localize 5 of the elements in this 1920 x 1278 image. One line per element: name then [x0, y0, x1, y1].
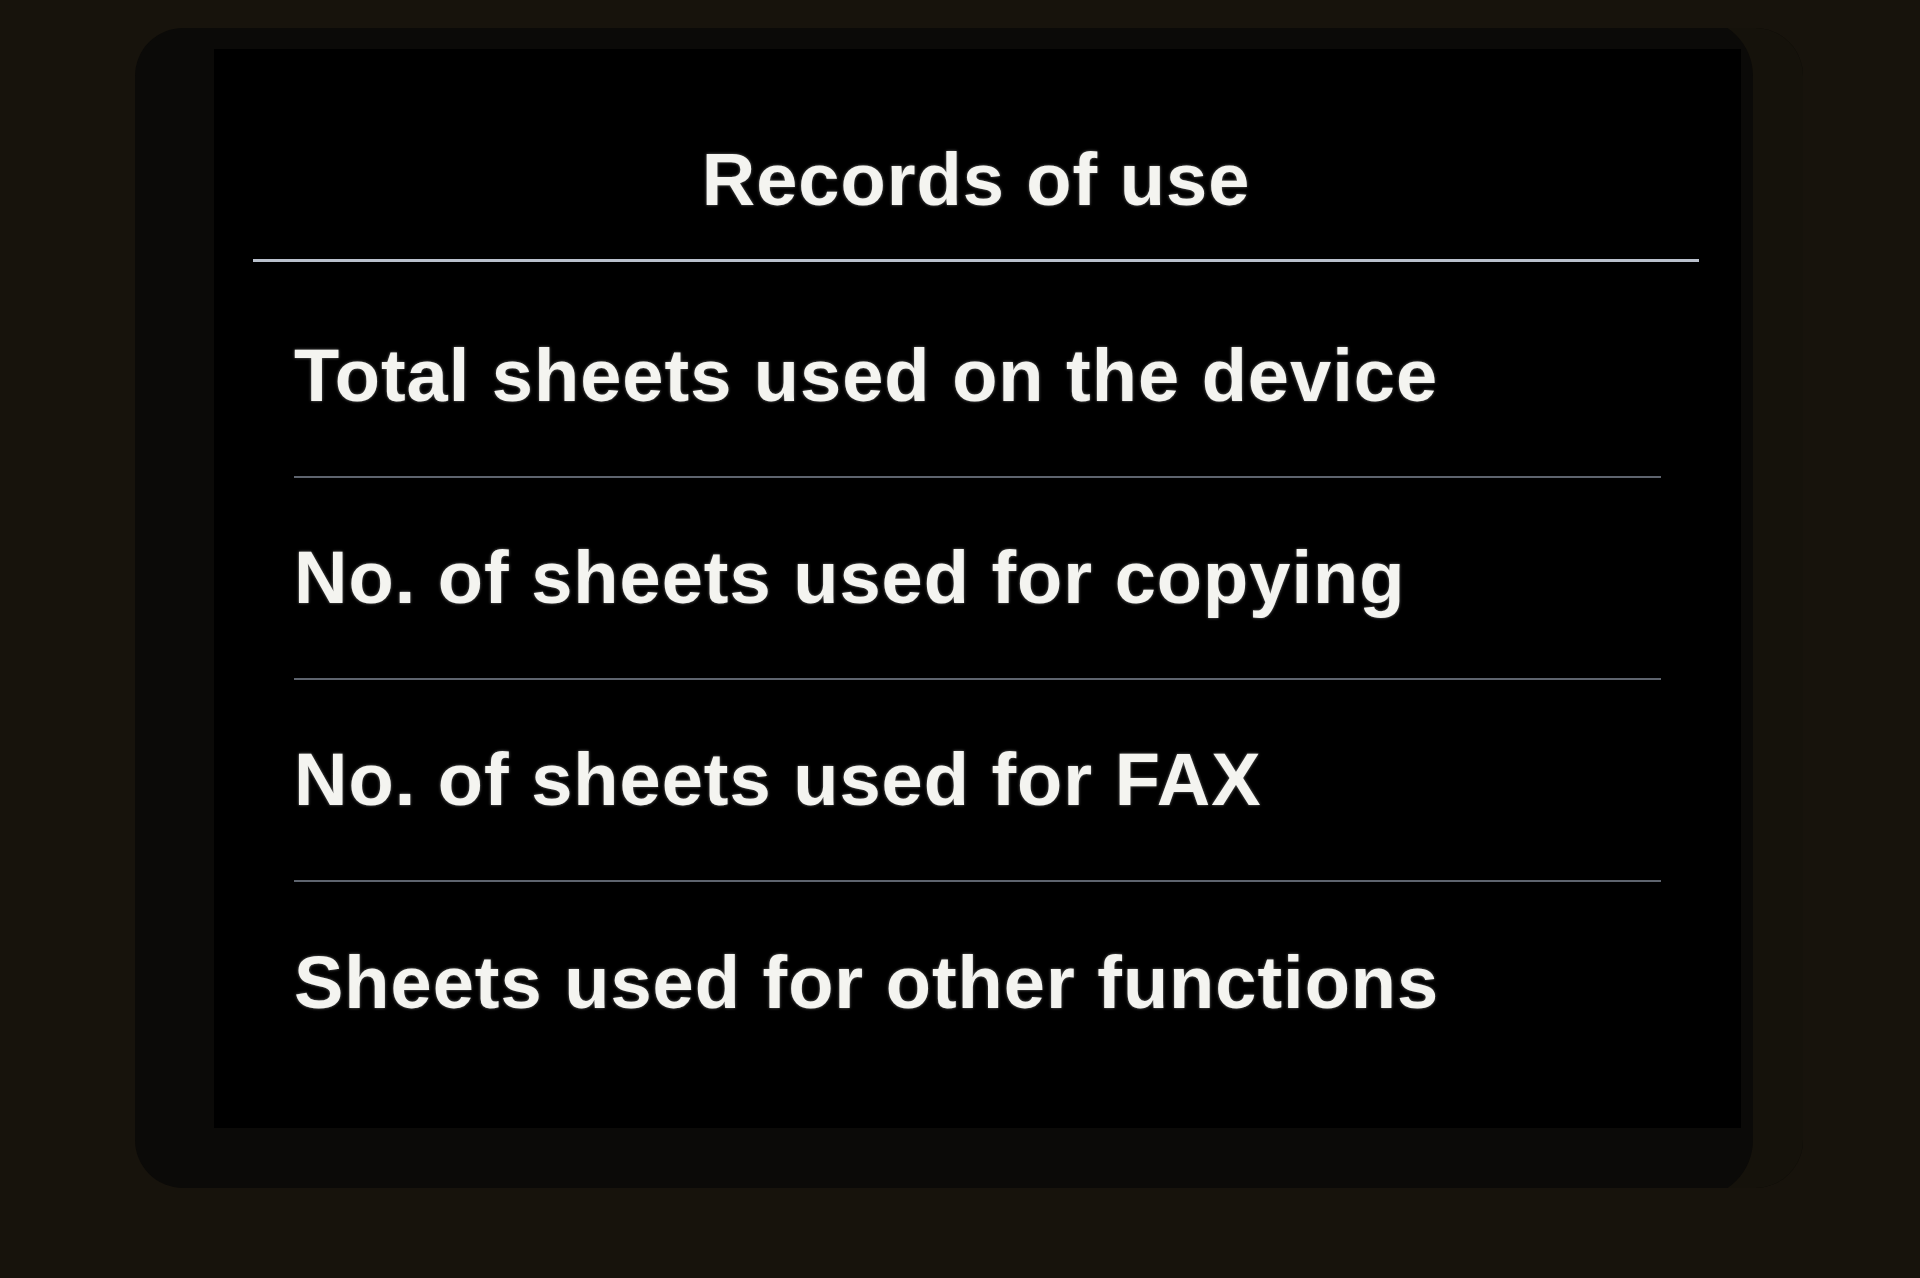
screen-title: Records of use [701, 137, 1251, 223]
menu-item[interactable]: No. of sheets used for FAX [294, 735, 1262, 825]
menu-item[interactable]: Sheets used for other functions [294, 938, 1440, 1028]
menu-item[interactable]: Total sheets used on the device [294, 331, 1439, 421]
menu-item[interactable]: No. of sheets used for copying [294, 533, 1406, 623]
